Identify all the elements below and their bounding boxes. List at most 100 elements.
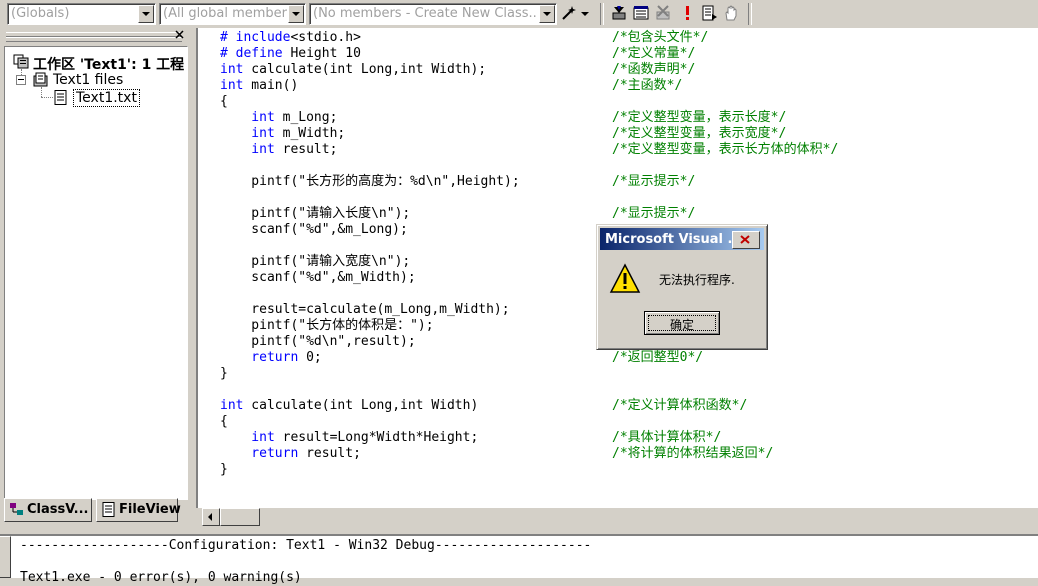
code-text: scanf("%d",&m_Long); — [220, 222, 408, 237]
hand-icon[interactable] — [722, 4, 740, 22]
code-line: } — [220, 366, 228, 382]
code-comment: /*包含头文件*/ — [612, 30, 709, 45]
code-text: result; — [298, 446, 361, 461]
ok-button[interactable]: 确定 — [644, 311, 720, 335]
code-line: { — [220, 94, 228, 110]
horizontal-scrollbar[interactable] — [198, 508, 1038, 526]
code-line: } — [220, 462, 228, 478]
code-keyword: int — [220, 110, 275, 125]
chevron-down-icon[interactable] — [539, 5, 555, 23]
dialog-close-button[interactable] — [732, 231, 760, 249]
code-text: pintf("长方体的体积是："); — [220, 318, 434, 333]
folder-files-icon — [33, 72, 48, 87]
code-text: pintf("请输入宽度\n"); — [220, 254, 411, 269]
build-icon[interactable] — [632, 4, 650, 22]
code-text: result=calculate(m_Long,m_Width); — [220, 302, 510, 317]
tree-line — [41, 97, 53, 98]
tab-fileview[interactable]: FileView — [96, 498, 181, 522]
code-line: scanf("%d",&m_Long); — [220, 222, 408, 238]
stop-build-icon — [656, 5, 670, 20]
code-comment: /*具体计算体积*/ — [612, 430, 722, 445]
code-text: pintf("长方形的高度为：%d\n",Height); — [220, 174, 520, 189]
code-keyword: # define — [220, 46, 283, 61]
code-text: Height 10 — [282, 46, 361, 61]
tab-fileview-label: FileView — [119, 502, 181, 517]
code-line: pintf("请输入宽度\n"); — [220, 254, 410, 270]
code-line: # define Height 10 — [220, 46, 361, 62]
code-keyword: int — [220, 62, 244, 77]
panel-grip[interactable] — [6, 37, 182, 42]
code-comment: /*定义整型变量，表示长方体的体积*/ — [612, 142, 839, 157]
wizard-wand-icon[interactable] — [560, 4, 578, 22]
code-line: { — [220, 414, 228, 430]
code-text: main() — [243, 78, 299, 93]
workspace-tree[interactable]: 工作区 'Text1': 1 工程 Text1 files Text1.txt — [4, 46, 188, 500]
code-line: int m_Long; — [220, 110, 337, 126]
tree-line — [21, 69, 22, 75]
globals-combo[interactable]: (Globals) — [7, 3, 156, 25]
code-text: calculate(int Long,int Width) — [243, 398, 479, 413]
chevron-down-icon[interactable] — [288, 5, 304, 23]
code-text: result=Long*Width*Height; — [274, 430, 479, 445]
code-comment: /*定义计算体积函数*/ — [612, 398, 748, 413]
globals-combo-text: (Globals) — [11, 6, 70, 21]
compile-icon[interactable] — [610, 4, 628, 22]
code-text: m_Width; — [274, 126, 346, 141]
tree-line — [41, 87, 42, 97]
code-keyword: int — [220, 126, 275, 141]
wizard-dropdown-icon[interactable] — [580, 4, 590, 22]
code-text: } — [220, 462, 228, 477]
code-keyword: int — [220, 430, 275, 445]
close-icon — [740, 235, 750, 244]
toolbar-separator — [748, 3, 752, 25]
tree-item-project-files[interactable]: Text1 files — [33, 71, 183, 89]
members-combo[interactable]: (All global members — [159, 3, 306, 25]
tab-classview[interactable]: ClassV... — [4, 498, 92, 522]
scroll-thumb[interactable] — [220, 508, 260, 526]
output-grip[interactable] — [0, 536, 11, 578]
output-line-result: Text1.exe - 0 error(s), 0 warning(s) — [20, 570, 302, 585]
dialog-titlebar[interactable]: Microsoft Visual ... — [600, 228, 764, 250]
code-text: pintf("请输入长度\n"); — [220, 206, 411, 221]
code-keyword: return — [220, 350, 299, 365]
arrow-left-icon — [208, 513, 212, 521]
execute-icon[interactable] — [678, 4, 696, 22]
code-comment: /*定义常量*/ — [612, 46, 696, 61]
code-line: int result=Long*Width*Height; — [220, 430, 478, 446]
output-window[interactable]: -------------------Configuration: Text1 … — [0, 534, 1038, 585]
code-comment: /*主函数*/ — [612, 78, 683, 93]
class-members-combo[interactable]: (No members - Create New Class... — [309, 3, 557, 25]
code-text: calculate(int Long,int Width); — [243, 62, 487, 77]
code-text: } — [220, 366, 228, 381]
chevron-down-icon[interactable] — [138, 5, 154, 23]
classview-icon — [10, 503, 23, 515]
ok-button-label: 确定 — [669, 318, 694, 332]
code-line: pintf("长方形的高度为：%d\n",Height); — [220, 174, 520, 190]
collapse-icon[interactable] — [16, 75, 26, 85]
code-comment: /*显示提示*/ — [612, 206, 696, 221]
workspace-tabs: ClassV... FileView — [4, 498, 186, 524]
code-text: <stdio.h> — [290, 30, 361, 45]
code-line: return result; — [220, 446, 361, 462]
code-comment: /*将计算的体积结果返回*/ — [612, 446, 774, 461]
panel-close-icon[interactable] — [175, 30, 185, 40]
code-line: int calculate(int Long,int Width) — [220, 398, 478, 414]
code-text: pintf("%d\n",result); — [220, 334, 416, 349]
tree-item-workspace[interactable]: 工作区 'Text1': 1 工程 — [13, 53, 184, 73]
members-combo-text: (All global members — [163, 6, 287, 21]
code-line: int main() — [220, 78, 298, 94]
toolbar-separator — [600, 3, 604, 25]
output-line-config: -------------------Configuration: Text1 … — [20, 538, 592, 553]
fileview-icon — [102, 502, 115, 517]
code-line: pintf("请输入长度\n"); — [220, 206, 410, 222]
code-comment: /*定义整型变量，表示宽度*/ — [612, 126, 787, 141]
tab-classview-label: ClassV... — [27, 502, 89, 517]
code-text: result; — [274, 142, 338, 157]
code-keyword: return — [220, 446, 299, 461]
tree-item-text1-txt[interactable]: Text1.txt — [53, 89, 143, 107]
class-members-combo-text: (No members - Create New Class... — [313, 6, 538, 21]
code-line: return 0; — [220, 350, 321, 366]
go-icon[interactable] — [700, 4, 718, 22]
text1-txt-label: Text1.txt — [73, 89, 140, 107]
scroll-left-button[interactable] — [202, 508, 220, 526]
